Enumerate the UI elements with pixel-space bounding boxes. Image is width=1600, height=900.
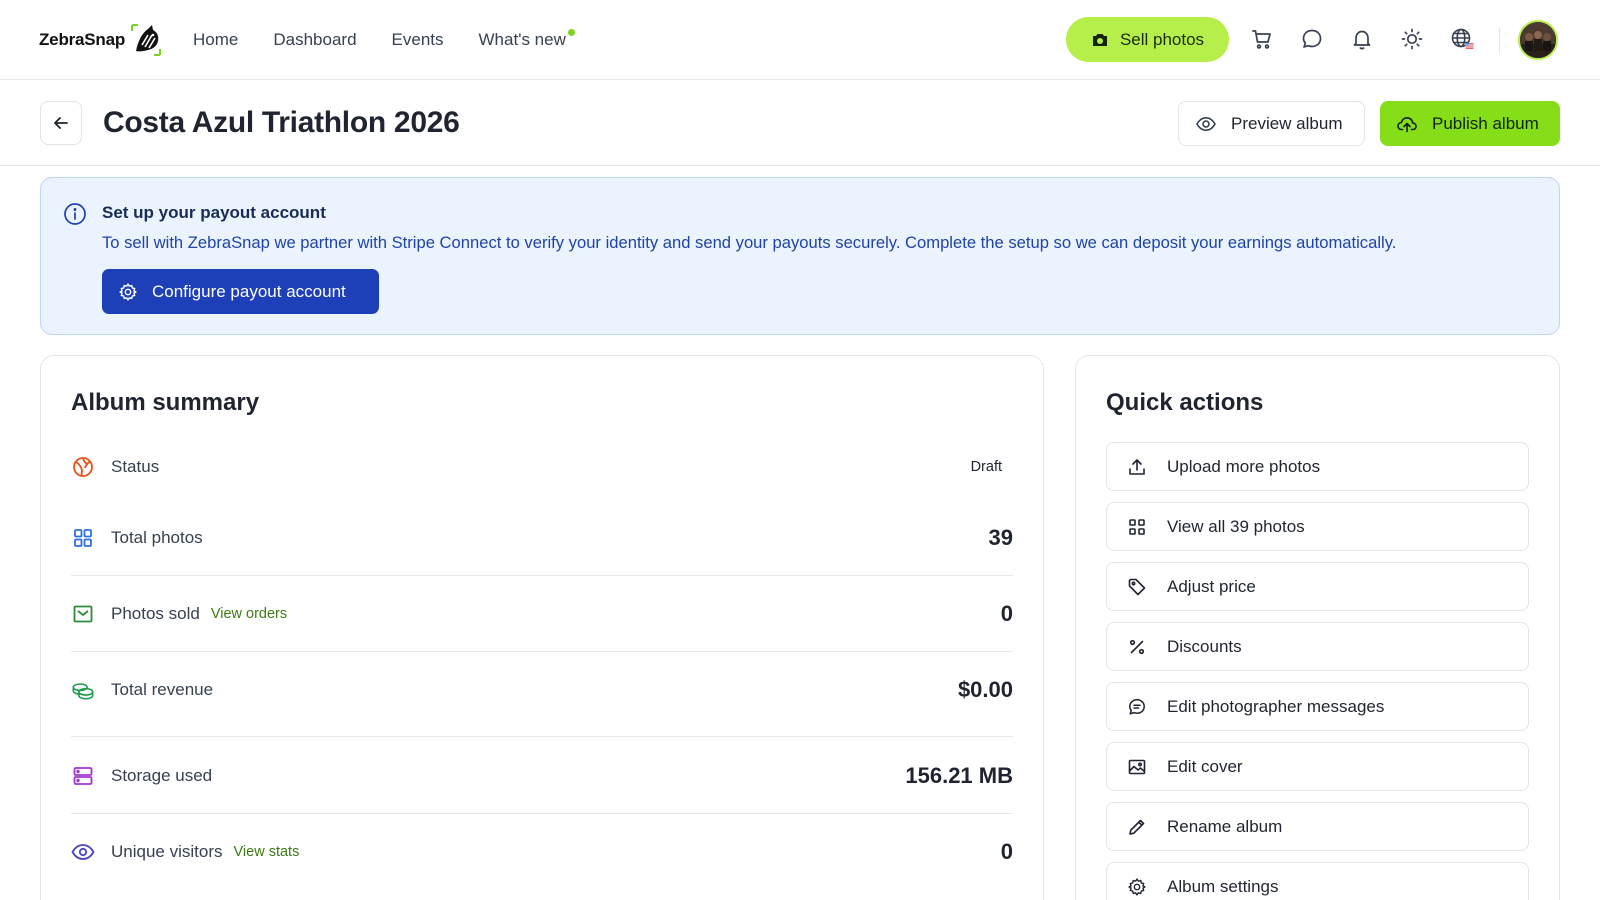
view-all-photos-label: View all 39 photos: [1167, 516, 1305, 536]
summary-row-total-photos: Total photos 39: [71, 523, 1013, 553]
upload-more-photos-label: Upload more photos: [1167, 456, 1321, 476]
upload-icon: [1127, 457, 1147, 477]
quick-action-edit-photographer-messages[interactable]: Edit photographer messages: [1106, 682, 1529, 731]
discounts-label: Discounts: [1167, 636, 1242, 656]
row-divider: [71, 813, 1013, 814]
preview-album-label: Preview album: [1231, 113, 1343, 133]
page-title: Costa Azul Triathlon 2026: [103, 106, 460, 139]
photos-sold-label: Photos sold: [111, 604, 200, 623]
photos-sold-value: 0: [1000, 601, 1013, 626]
configure-payout-label: Configure payout account: [152, 281, 346, 301]
sell-photos-button[interactable]: Sell photos: [1066, 17, 1229, 62]
edit-photographer-messages-label: Edit photographer messages: [1167, 696, 1385, 716]
publish-album-button[interactable]: Publish album: [1380, 101, 1560, 146]
tag-icon: [1127, 577, 1147, 597]
percent-icon: [1127, 637, 1147, 657]
eye-icon: [1196, 116, 1216, 131]
alert-title: Set up your payout account: [102, 203, 326, 222]
album-summary-title: Album summary: [71, 389, 260, 416]
summary-row-status: Status Draft: [71, 452, 1013, 482]
bell-icon[interactable]: [1347, 24, 1377, 54]
album-summary-card: Album summary Status Draft Total photos …: [40, 355, 1044, 900]
page-header: Costa Azul Triathlon 2026 Preview album …: [0, 80, 1600, 166]
brand-name: ZebraSnap: [39, 30, 126, 49]
quick-action-adjust-price[interactable]: Adjust price: [1106, 562, 1529, 611]
top-navigation-bar: ZebraSnap Home Dashboard Events What's n…: [0, 0, 1600, 80]
quick-actions-card: Quick actions Upload more photos View al…: [1075, 355, 1560, 900]
inbox-icon: [71, 602, 95, 626]
summary-row-storage: Storage used 156.21 MB: [71, 761, 1013, 791]
rename-album-label: Rename album: [1167, 816, 1283, 836]
unique-visitors-value: 0: [1000, 839, 1013, 864]
chat-icon[interactable]: [1297, 24, 1327, 54]
view-orders-link[interactable]: View orders: [211, 606, 287, 622]
zebra-logo-icon: [131, 24, 162, 56]
nav-dashboard[interactable]: Dashboard: [273, 26, 356, 54]
gear-icon: [1127, 877, 1147, 897]
storage-used-label: Storage used: [111, 766, 213, 785]
total-revenue-value: $0.00: [957, 677, 1013, 702]
total-photos-label: Total photos: [111, 528, 203, 547]
new-indicator-dot: [567, 29, 575, 36]
preview-album-button[interactable]: Preview album: [1178, 101, 1365, 146]
back-button[interactable]: [40, 101, 82, 145]
quick-action-upload-more-photos[interactable]: Upload more photos: [1106, 442, 1529, 491]
main-nav: Home Dashboard Events What's new: [193, 26, 575, 54]
message-icon: [1127, 697, 1147, 717]
nav-events[interactable]: Events: [392, 26, 444, 54]
info-icon: [64, 203, 86, 225]
pencil-icon: [1127, 817, 1147, 837]
quick-action-rename-album[interactable]: Rename album: [1106, 802, 1529, 851]
alert-body: To sell with ZebraSnap we partner with S…: [102, 233, 1397, 252]
nav-home[interactable]: Home: [193, 26, 238, 54]
status-value: Draft: [970, 459, 1002, 475]
image-icon: [1127, 757, 1147, 777]
cart-icon[interactable]: [1247, 24, 1277, 54]
row-divider: [71, 651, 1013, 652]
edit-cover-label: Edit cover: [1167, 756, 1243, 776]
quick-action-discounts[interactable]: Discounts: [1106, 622, 1529, 671]
user-avatar[interactable]: [1518, 20, 1558, 60]
summary-row-unique-visitors: Unique visitors View stats 0: [71, 837, 1013, 867]
summary-row-photos-sold: Photos sold View orders 0: [71, 599, 1013, 629]
nav-whats-new-label: What's new: [478, 30, 566, 49]
quick-actions-title: Quick actions: [1106, 389, 1264, 416]
toolbar-divider: [1499, 28, 1500, 53]
storage-used-value: 156.21 MB: [905, 763, 1013, 788]
avatar-photo: [1520, 22, 1556, 58]
storage-icon: [71, 764, 95, 788]
status-label: Status: [111, 457, 160, 476]
adjust-price-label: Adjust price: [1167, 576, 1256, 596]
row-divider: [71, 736, 1013, 737]
payout-alert: Set up your payout account To sell with …: [40, 177, 1560, 335]
album-settings-label: Album settings: [1167, 876, 1279, 896]
unique-visitors-label: Unique visitors: [111, 842, 223, 861]
quick-action-edit-cover[interactable]: Edit cover: [1106, 742, 1529, 791]
arrow-left-icon: [54, 117, 68, 129]
nav-whats-new[interactable]: What's new: [478, 26, 575, 54]
eye-icon: [71, 840, 95, 864]
quick-action-album-settings[interactable]: Album settings: [1106, 862, 1529, 900]
total-revenue-label: Total revenue: [111, 680, 214, 699]
publish-album-label: Publish album: [1432, 113, 1539, 133]
sell-photos-label: Sell photos: [1119, 29, 1205, 49]
view-stats-link[interactable]: View stats: [234, 844, 300, 860]
brand-logo[interactable]: ZebraSnap: [39, 20, 164, 60]
configure-payout-button[interactable]: Configure payout account: [102, 269, 379, 314]
gear-icon: [119, 282, 137, 301]
quick-action-view-all-photos[interactable]: View all 39 photos: [1106, 502, 1529, 551]
coins-icon: [71, 678, 95, 702]
camera-icon: [1092, 33, 1107, 46]
grid-icon: [1127, 517, 1147, 537]
status-icon: [71, 455, 95, 479]
sun-icon[interactable]: [1397, 24, 1427, 54]
grid-icon: [71, 526, 95, 550]
row-divider: [71, 575, 1013, 576]
total-photos-value: 39: [988, 525, 1013, 550]
summary-row-total-revenue: Total revenue $0.00: [71, 675, 1013, 705]
globe-icon[interactable]: [1447, 24, 1477, 54]
cloud-upload-icon: [1397, 116, 1417, 132]
